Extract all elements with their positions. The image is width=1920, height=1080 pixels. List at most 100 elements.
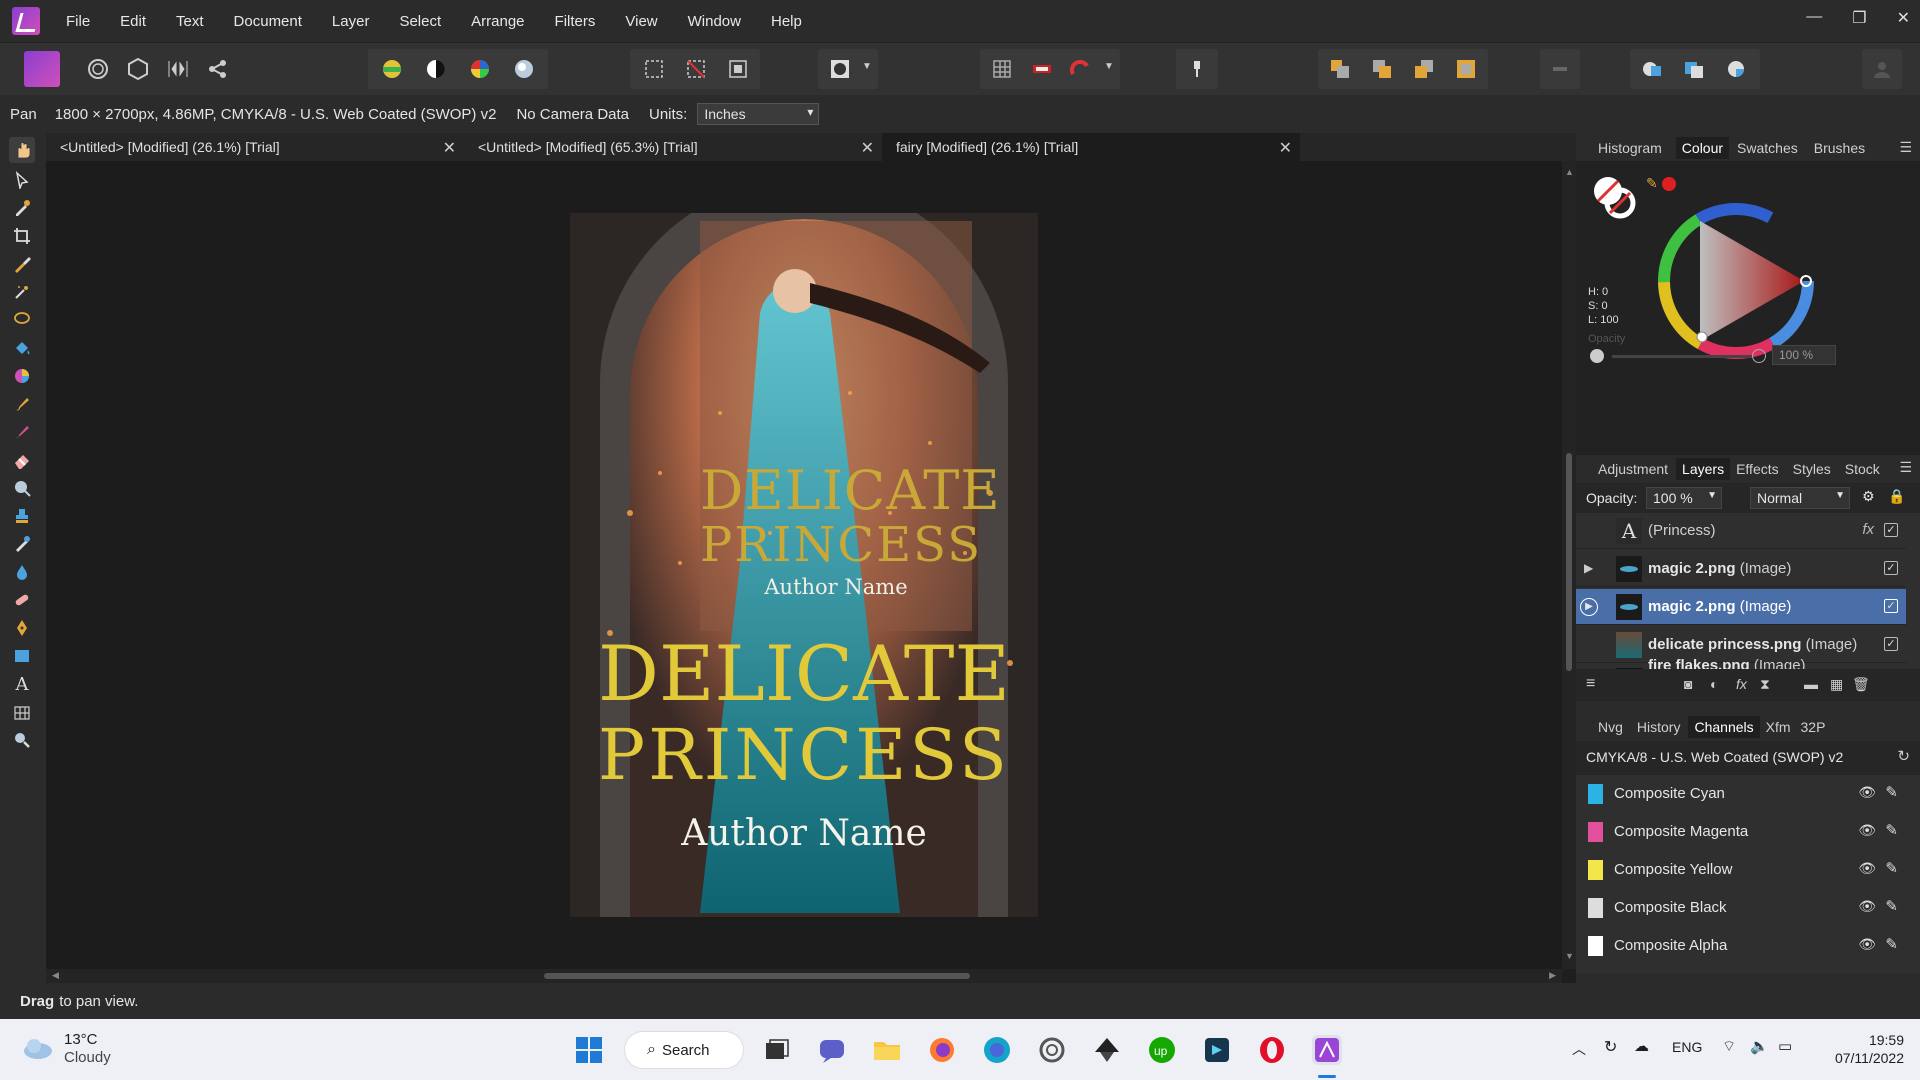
teams-chat-icon[interactable] [817,1035,847,1065]
edit-channel-icon[interactable]: ✎ [1885,821,1898,839]
weather-widget[interactable]: 13°C Cloudy [64,1031,111,1067]
clock[interactable]: 19:59 07/11/2022 [1818,1031,1904,1067]
horizontal-scrollbar[interactable]: ◀ ▶ [46,969,1562,983]
fill-tool-icon[interactable] [9,335,35,361]
start-icon[interactable] [574,1035,604,1065]
pan-tool-icon[interactable] [9,137,35,163]
blur-tool-icon[interactable] [9,559,35,585]
eye-icon[interactable]: 👁 [1858,898,1876,915]
scroll-down-icon[interactable]: ▼ [1565,951,1574,961]
color-picker-tool-icon[interactable] [9,195,35,221]
menu-file[interactable]: File [66,13,90,30]
blend-mode-dropdown[interactable]: Normal ▼ [1750,487,1850,509]
eye-icon[interactable]: 👁 [1858,784,1876,801]
lasso-tool-icon[interactable] [9,307,35,333]
menu-arrange[interactable]: Arrange [471,13,524,30]
alignment-icon[interactable] [1542,51,1578,87]
tab-histogram[interactable]: Histogram [1598,140,1662,156]
scroll-up-icon[interactable]: ▲ [1565,167,1574,177]
opacity-slider[interactable] [1612,355,1752,358]
menu-filters[interactable]: Filters [555,13,596,30]
sync-icon[interactable]: ↻ [1604,1037,1617,1057]
channel-row-cyan[interactable]: Composite Cyan 👁 ✎ [1576,775,1906,813]
mesh-warp-tool-icon[interactable] [9,699,35,725]
tab-layers[interactable]: Layers [1676,458,1731,480]
task-view-icon[interactable] [762,1035,792,1065]
color-sample-swatch[interactable] [1662,177,1676,191]
colour-wheel[interactable] [1656,201,1816,361]
firefox-icon[interactable] [927,1035,957,1065]
live-filter-icon[interactable]: ⧗ [1760,676,1770,693]
tab-untitled-2[interactable]: <Untitled> [Modified] (65.3%) [Trial] ✕ [464,133,882,161]
assistant-icon[interactable] [1024,51,1060,87]
fill-stroke-swatch-icon[interactable] [1590,173,1640,223]
chevron-down-icon[interactable]: ▼ [862,61,872,72]
chatgpt-icon[interactable] [1037,1035,1067,1065]
mask-layer-icon[interactable]: ◙ [1684,676,1692,692]
intersect-geometry-icon[interactable] [1718,51,1754,87]
tab-swatches[interactable]: Swatches [1737,140,1798,156]
levels-icon[interactable] [374,51,410,87]
tab-navigator[interactable]: Nvg [1598,719,1623,735]
tab-stock[interactable]: Stock [1845,461,1880,477]
adjustment-layer-icon[interactable]: ◐ [1710,676,1718,692]
document-canvas[interactable]: DELICATE PRINCESS Author Name DELICATE P… [46,161,1562,969]
menu-document[interactable]: Document [234,13,302,30]
menu-window[interactable]: Window [688,13,741,30]
close-tab-icon[interactable]: ✕ [1279,138,1292,158]
zoom-tool-icon[interactable] [9,727,35,753]
lock-icon[interactable]: 🔒 [1888,488,1905,505]
tab-transform[interactable]: Xfm [1766,719,1791,735]
menu-text[interactable]: Text [176,13,204,30]
vertical-scroll-thumb[interactable] [1566,453,1572,671]
inkscape-icon[interactable] [1092,1035,1122,1065]
subtract-geometry-icon[interactable] [1676,51,1712,87]
pen-tool-icon[interactable] [9,615,35,641]
language-indicator[interactable]: ENG [1672,1039,1702,1055]
gear-icon[interactable]: ⚙ [1862,488,1875,505]
onedrive-icon[interactable]: ☁ [1634,1037,1649,1055]
add-pixel-layer-icon[interactable]: ▦ [1830,676,1843,693]
menu-layer[interactable]: Layer [332,13,370,30]
show-hidden-icons[interactable]: ︿ [1572,1039,1586,1059]
scroll-right-icon[interactable]: ▶ [1549,970,1556,981]
eyedropper-icon[interactable]: ✎ [1646,175,1658,192]
channel-row-yellow[interactable]: Composite Yellow 👁 ✎ [1576,851,1906,889]
edit-channel-icon[interactable]: ✎ [1885,935,1898,953]
selection-brush-tool-icon[interactable] [9,251,35,277]
quick-mask-icon[interactable] [822,51,858,87]
healing-tool-icon[interactable] [9,587,35,613]
tab-adjustment[interactable]: Adjustment [1598,461,1668,477]
smudge-tool-icon[interactable] [9,531,35,557]
liquify-persona-icon[interactable] [80,51,116,87]
tab-32p[interactable]: 32P [1801,719,1826,735]
invert-selection-icon[interactable] [720,51,756,87]
force-pixel-alignment-icon[interactable] [1179,51,1215,87]
upwork-icon[interactable]: up [1147,1035,1177,1065]
eye-icon[interactable]: 👁 [1858,936,1876,953]
refresh-icon[interactable]: ↻ [1897,747,1910,765]
eye-icon[interactable]: 👁 [1858,860,1876,877]
tone-mapping-persona-icon[interactable] [160,51,196,87]
edit-channel-icon[interactable]: ✎ [1885,859,1898,877]
layer-opacity-field[interactable]: 100 % ▼ [1646,487,1722,509]
move-forward-icon[interactable] [1406,51,1442,87]
close-icon[interactable]: ✕ [1897,8,1910,28]
text-tool-icon[interactable]: A [9,671,35,697]
tab-channels[interactable]: Channels [1688,716,1760,738]
eye-icon[interactable]: 👁 [1858,822,1876,839]
layer-row-magic-2-selected[interactable]: ▶ magic 2.png (Image) ✓ [1576,589,1906,625]
taskbar-search[interactable]: ⌕ Search [624,1031,744,1069]
move-back-icon[interactable] [1364,51,1400,87]
gradient-tool-icon[interactable] [9,363,35,389]
opacity-value-field[interactable]: 100 % [1772,345,1836,365]
deselect-icon[interactable] [678,51,714,87]
book-cover-artwork[interactable]: DELICATE PRINCESS Author Name DELICATE P… [570,213,1038,917]
opacity-slider-handle[interactable] [1752,349,1766,363]
move-to-front-icon[interactable] [1448,51,1484,87]
photo-persona-icon[interactable] [24,51,60,87]
affinity-photo-taskbar-icon[interactable] [1312,1035,1342,1065]
visibility-checkbox[interactable]: ✓ [1884,599,1898,613]
tab-effects[interactable]: Effects [1736,461,1779,477]
layers-stack-icon[interactable]: ≡ [1586,675,1595,693]
